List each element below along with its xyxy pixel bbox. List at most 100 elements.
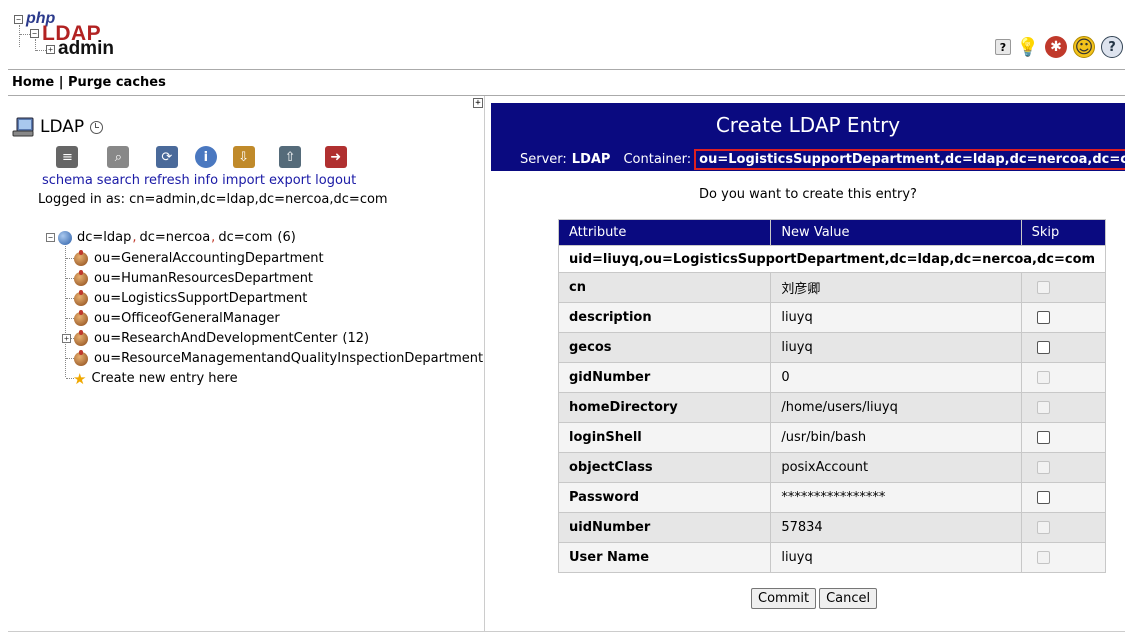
purge-caches-link[interactable]: Purge caches (68, 75, 166, 90)
tree-item-label[interactable]: ou=LogisticsSupportDepartment (94, 291, 307, 306)
star-icon: ★ (73, 369, 87, 388)
table-row: gidNumber 0 (557, 362, 1107, 393)
attribute-value: posixAccount (770, 452, 1022, 483)
attribute-value: liuyq (770, 332, 1022, 363)
attribute-name: description (557, 302, 772, 333)
toolbar-schema[interactable]: ≡ schema (40, 146, 95, 188)
expand-panel-icon[interactable]: + (473, 98, 483, 108)
toolbar-refresh[interactable]: ⟳ refresh (142, 146, 192, 188)
expand-icon[interactable]: + (62, 334, 71, 343)
refresh-icon[interactable]: ⟳ (155, 146, 178, 168)
attribute-value: 57834 (770, 512, 1022, 543)
toolbar-import-label[interactable]: import (220, 173, 267, 188)
tree-item-label[interactable]: ou=OfficeofGeneralManager (94, 311, 280, 326)
logo-tree-box: − (30, 29, 39, 38)
tree-item-label[interactable]: ou=GeneralAccountingDepartment (94, 251, 324, 266)
attribute-name: User Name (557, 542, 772, 573)
tree-root[interactable]: − dc=ldap, dc=nercoa, dc=com (6) (46, 230, 296, 245)
attribute-value: /home/users/liuyq (770, 392, 1022, 423)
toolbar-schema-label[interactable]: schema (40, 173, 95, 188)
panel-divider (484, 96, 485, 631)
collapse-icon[interactable]: − (46, 233, 55, 242)
import-icon[interactable]: ⇩ (232, 146, 255, 168)
top-icon-bar: ? 💡 ✱ ☺ ? (995, 36, 1123, 58)
skip-checkbox[interactable] (1036, 431, 1050, 444)
table-row: objectClass posixAccount (557, 452, 1107, 483)
lightbulb-icon[interactable]: 💡 (1017, 36, 1039, 58)
attribute-name: objectClass (557, 452, 772, 483)
container-value: ou=LogisticsSupportDepartment,dc=ldap,dc… (694, 148, 1125, 170)
root-child-count: (6) (277, 230, 296, 245)
tree-item-ou[interactable]: ou=GeneralAccountingDepartment (74, 249, 324, 266)
skip-cell (1020, 272, 1107, 303)
skip-checkbox (1036, 371, 1050, 384)
create-new-entry-label[interactable]: Create new entry here (91, 371, 237, 386)
skip-checkbox[interactable] (1036, 341, 1050, 354)
tree-item-ou[interactable]: ou=HumanResourcesDepartment (74, 269, 313, 286)
commit-button[interactable]: Commit (751, 588, 817, 609)
attribute-value: 刘彦卿 (770, 272, 1022, 303)
attribute-name: Password (557, 482, 772, 513)
bug-icon[interactable]: ✱ (1045, 36, 1067, 58)
skip-cell (1020, 422, 1107, 453)
tree-item-label[interactable]: ou=ResearchAndDevelopmentCenter (94, 331, 337, 346)
export-icon[interactable]: ⇧ (279, 146, 302, 168)
skip-cell (1020, 512, 1107, 543)
ou-icon (74, 269, 88, 286)
toolbar-export-label[interactable]: export (267, 173, 313, 188)
table-row: User Name liuyq (557, 542, 1107, 573)
toolbar-import[interactable]: ⇩ import (220, 146, 267, 188)
skip-cell (1020, 452, 1107, 483)
toolbar-export[interactable]: ⇧ export (267, 146, 313, 188)
document-icon[interactable]: ≡ (56, 146, 79, 168)
dn-value: uid=liuyq,ou=LogisticsSupportDepartment,… (557, 245, 1107, 273)
root-dn-part[interactable]: dc=ldap (77, 230, 131, 245)
help-icon[interactable]: ? (995, 39, 1011, 55)
skip-checkbox (1036, 401, 1050, 414)
tree-item-label[interactable]: ou=ResourceManagementandQualityInspectio… (94, 351, 483, 366)
logo-tree-box: − (14, 15, 23, 24)
toolbar-info[interactable]: i info (192, 146, 220, 188)
home-link[interactable]: Home (12, 75, 54, 90)
tree-item-ou[interactable]: ou=ResourceManagementandQualityInspectio… (74, 349, 483, 366)
skip-checkbox[interactable] (1036, 311, 1050, 324)
confirm-question: Do you want to create this entry? (699, 187, 917, 202)
logout-icon[interactable]: ➜ (324, 146, 347, 168)
ou-icon (74, 249, 88, 266)
root-dn-part[interactable]: dc=com (218, 230, 272, 245)
create-new-entry-link[interactable]: ★ Create new entry here (73, 371, 238, 386)
ou-icon (74, 309, 88, 326)
skip-checkbox[interactable] (1036, 491, 1050, 504)
question-icon[interactable]: ? (1101, 36, 1123, 58)
cancel-button[interactable]: Cancel (819, 588, 878, 609)
table-row: homeDirectory/home/users/liuyq (557, 392, 1107, 423)
attribute-name: gidNumber (557, 362, 772, 393)
attribute-value: 0 (770, 362, 1022, 393)
info-icon[interactable]: i (194, 146, 217, 168)
attribute-value: liuyq (770, 302, 1022, 333)
tree-item-ou[interactable]: ou=LogisticsSupportDepartment (74, 289, 307, 306)
tree-item-label[interactable]: ou=HumanResourcesDepartment (94, 271, 313, 286)
attribute-value: /usr/bin/bash (770, 422, 1022, 453)
tree-connector (66, 318, 74, 319)
toolbar-search-label[interactable]: search (95, 173, 142, 188)
root-dn-sep: , (211, 230, 216, 245)
server-header: LDAP (12, 116, 104, 138)
toolbar-logout[interactable]: ➜ logout (313, 146, 358, 188)
toolbar-refresh-label[interactable]: refresh (142, 173, 192, 188)
toolbar-search[interactable]: ⌕ search (95, 146, 142, 188)
nav-divider-top (8, 69, 1125, 70)
skip-cell (1020, 332, 1107, 363)
server-name[interactable]: LDAP (40, 117, 84, 137)
toolbar-info-label[interactable]: info (192, 173, 220, 188)
tree-connector (66, 278, 74, 279)
column-header-new-value: New Value (770, 219, 1022, 246)
magnifier-icon[interactable]: ⌕ (107, 146, 130, 168)
tree-item-ou[interactable]: + ou=ResearchAndDevelopmentCenter (12) (62, 329, 369, 346)
server-toolbar: ≡ schema ⌕ search ⟳ refresh i info ⇩ import ⇧ expor… (40, 146, 358, 188)
root-dn-part[interactable]: dc=nercoa (140, 230, 211, 245)
smiley-icon[interactable]: ☺ (1073, 36, 1095, 58)
top-nav: Home | Purge caches (12, 75, 166, 90)
tree-item-ou[interactable]: ou=OfficeofGeneralManager (74, 309, 280, 326)
toolbar-logout-label[interactable]: logout (313, 173, 358, 188)
